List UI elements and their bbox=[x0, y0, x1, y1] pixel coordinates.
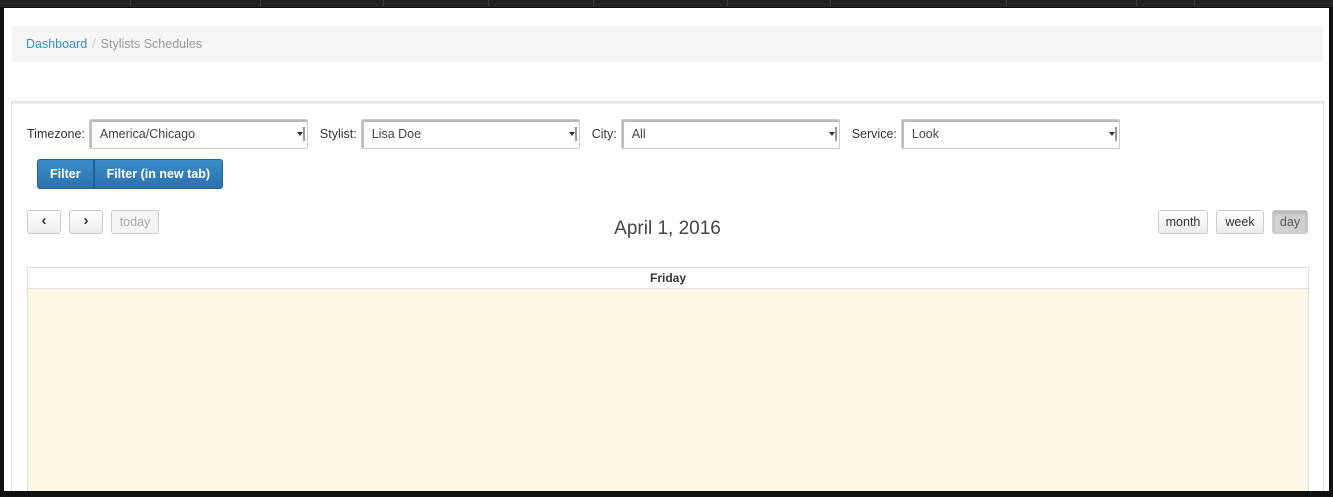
city-label: City: bbox=[591, 127, 617, 141]
service-select[interactable]: Look bbox=[900, 119, 1120, 149]
top-nav-bar bbox=[0, 0, 1333, 7]
calendar-grid: Friday bbox=[27, 267, 1309, 491]
breadcrumb-current: Stylists Schedules bbox=[100, 37, 203, 51]
chevron-down-icon bbox=[568, 127, 577, 141]
service-value: Look bbox=[911, 127, 939, 141]
panel-divider bbox=[12, 102, 1323, 104]
stylist-value: Lisa Doe bbox=[371, 127, 422, 141]
filter-bar: Timezone: America/Chicago Stylist: Lisa … bbox=[27, 119, 1132, 149]
schedule-panel: Timezone: America/Chicago Stylist: Lisa … bbox=[11, 101, 1324, 491]
chevron-down-icon bbox=[828, 127, 837, 141]
filter-button-group: Filter Filter (in new tab) bbox=[37, 159, 224, 189]
timezone-label: Timezone: bbox=[27, 127, 85, 141]
city-value: All bbox=[631, 127, 646, 141]
page-viewport: Dashboard / Stylists Schedules Timezone: A… bbox=[4, 8, 1329, 491]
stylist-select[interactable]: Lisa Doe bbox=[360, 119, 580, 149]
city-select[interactable]: All bbox=[620, 119, 840, 149]
day-header: Friday bbox=[28, 268, 1308, 289]
breadcrumb-dashboard-link[interactable]: Dashboard bbox=[26, 37, 87, 51]
timezone-value: America/Chicago bbox=[99, 127, 196, 141]
week-view-button[interactable]: week bbox=[1216, 210, 1264, 234]
timezone-select[interactable]: America/Chicago bbox=[88, 119, 308, 149]
bottom-edge bbox=[0, 491, 1333, 497]
day-cell[interactable] bbox=[28, 289, 1308, 491]
filter-new-tab-button[interactable]: Filter (in new tab) bbox=[93, 159, 224, 189]
chevron-down-icon bbox=[1108, 127, 1117, 141]
breadcrumb: Dashboard / Stylists Schedules bbox=[12, 26, 1323, 62]
chevron-down-icon bbox=[296, 127, 305, 141]
calendar-title: April 1, 2016 bbox=[614, 218, 721, 239]
filter-button[interactable]: Filter bbox=[37, 159, 94, 189]
stylist-label: Stylist: bbox=[319, 127, 357, 141]
month-view-button[interactable]: month bbox=[1158, 210, 1208, 234]
day-view-button[interactable]: day bbox=[1272, 210, 1308, 234]
service-label: Service: bbox=[851, 127, 897, 141]
breadcrumb-separator: / bbox=[92, 37, 96, 51]
